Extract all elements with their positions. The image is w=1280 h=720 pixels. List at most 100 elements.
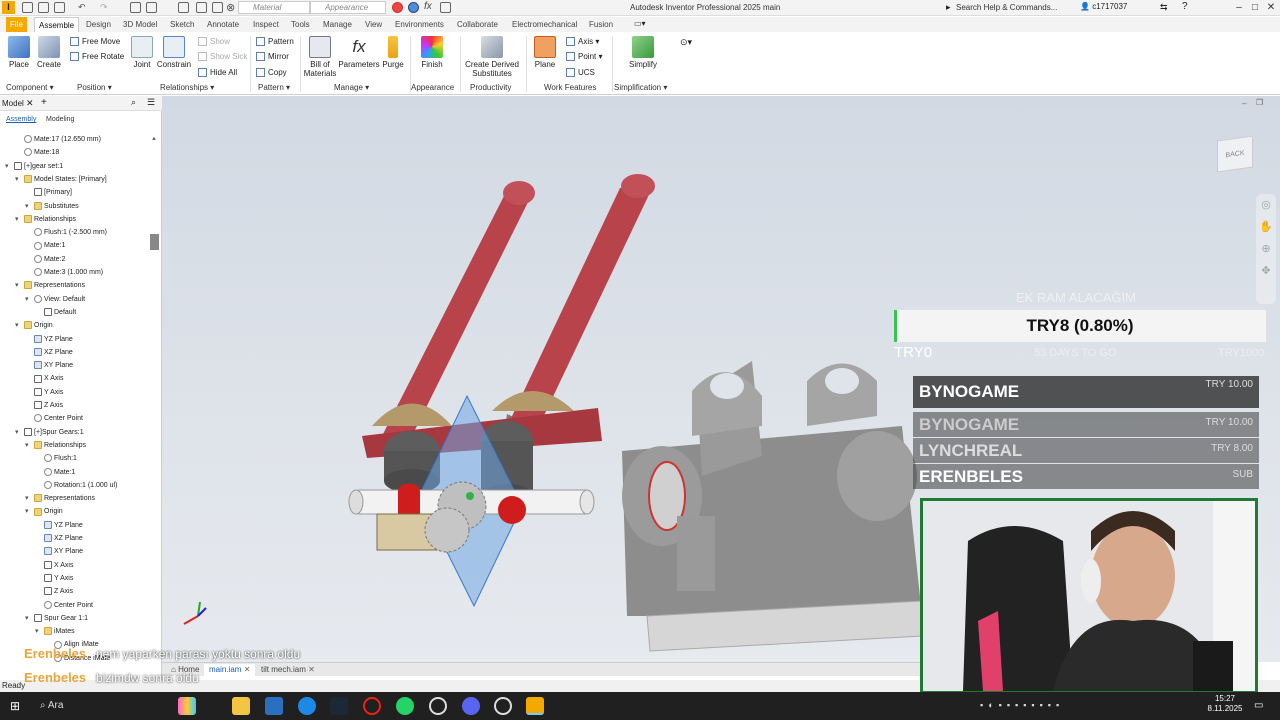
tree-item[interactable]: ▾ iMates (35, 626, 75, 638)
minimize-button[interactable]: – (1232, 1, 1246, 14)
scroll-up-icon[interactable]: ▲ (151, 136, 157, 142)
tree-item[interactable]: Mate:3 (1.000 mm) (34, 267, 103, 279)
tree-item[interactable]: YZ Plane (44, 520, 83, 532)
tab-tilt-mech-iam[interactable]: tilt mech.iam ✕ (256, 664, 320, 676)
group-relationships[interactable]: Relationships ▾ (160, 83, 214, 92)
tree-item[interactable]: Mate:17 (12.650 mm) (24, 134, 101, 146)
tab-environments[interactable]: Environments (391, 17, 448, 32)
section-icon[interactable] (212, 2, 223, 13)
adjust-icon[interactable] (408, 2, 419, 13)
expand-chevron-icon[interactable]: ▾ (25, 613, 29, 625)
taskbar-search[interactable]: ⌕ Ara (40, 700, 63, 711)
hide-all-button[interactable]: Hide All (198, 68, 237, 78)
tree-item[interactable]: YZ Plane (34, 334, 73, 346)
file-explorer-icon[interactable] (232, 697, 250, 715)
help-search-input[interactable]: Search Help & Commands... (956, 1, 1074, 14)
purge-button[interactable]: Purge (380, 36, 406, 69)
tree-item[interactable]: XY Plane (34, 360, 73, 372)
tree-item[interactable]: XZ Plane (34, 347, 73, 359)
inventor-taskbar-icon[interactable] (526, 697, 544, 715)
tilt-base[interactable] (622, 361, 923, 652)
tab-design[interactable]: Design (82, 17, 115, 32)
ucs-button[interactable]: UCS (566, 68, 595, 78)
print-icon[interactable] (146, 2, 157, 13)
save-icon[interactable] (54, 2, 65, 13)
fx-icon[interactable]: fx (424, 1, 432, 12)
expand-chevron-icon[interactable]: ▾ (35, 626, 39, 638)
search-arrow-icon[interactable]: ▸ (946, 2, 951, 13)
viewcube[interactable]: BACK (1213, 130, 1259, 176)
ribbon-more-icon[interactable]: ⊙▾ (680, 37, 692, 48)
pattern-button[interactable]: Pattern (256, 37, 294, 47)
tree-item[interactable]: X Axis (44, 560, 73, 572)
steam-icon[interactable] (330, 697, 348, 715)
tree-item[interactable]: Rotation:1 (1.000 ul) (44, 480, 117, 492)
group-component[interactable]: Component ▾ (6, 83, 54, 92)
help-icon[interactable]: ? (1182, 1, 1188, 12)
ribbon-options-icon[interactable]: ▭▾ (634, 19, 646, 28)
tab-collaborate[interactable]: Collaborate (453, 17, 502, 32)
tab-modeling-mode[interactable]: Modeling (46, 116, 74, 123)
expand-chevron-icon[interactable]: ▾ (5, 161, 9, 173)
discord-icon[interactable] (462, 697, 480, 715)
open-icon[interactable] (38, 2, 49, 13)
tab-electromechanical[interactable]: Electromechanical (508, 17, 581, 32)
viewport-minimize-icon[interactable]: – (1242, 99, 1246, 108)
expand-chevron-icon[interactable]: ▾ (25, 201, 29, 213)
tree-item[interactable]: ▾ Model States: [Primary] (15, 174, 107, 186)
group-position[interactable]: Position ▾ (77, 83, 112, 92)
parameters-button[interactable]: fx Parameters (338, 36, 380, 69)
undo-icon[interactable]: ↶ (78, 2, 86, 13)
browser-menu-icon[interactable]: ☰ (147, 97, 155, 108)
joint-button[interactable]: Joint (128, 36, 156, 69)
edge-icon[interactable] (298, 697, 316, 715)
expand-chevron-icon[interactable]: ▾ (25, 294, 29, 306)
tree-item[interactable]: ▾ Relationships (15, 214, 76, 226)
tree-item[interactable]: Flush:1 (44, 453, 77, 465)
steering-wheel-icon[interactable]: ◎ (1256, 194, 1276, 216)
new-icon[interactable] (22, 2, 33, 13)
tab-sketch[interactable]: Sketch (166, 17, 198, 32)
viewcube-face-back[interactable]: BACK (1217, 135, 1253, 173)
tree-item[interactable]: ▾ View: Default (25, 294, 85, 306)
maximize-button[interactable]: □ (1248, 1, 1262, 14)
appearance-dropdown[interactable]: Appearance (310, 1, 386, 14)
expand-chevron-icon[interactable]: ▾ (25, 493, 29, 505)
tab-main-iam[interactable]: main.iam ✕ (204, 664, 256, 676)
tab-assemble[interactable]: Assemble (34, 17, 80, 32)
expand-chevron-icon[interactable]: ▾ (25, 440, 29, 452)
copy-button[interactable]: Copy (256, 68, 287, 78)
create-button[interactable]: Create (36, 36, 62, 69)
tree-item[interactable]: Mate:18 (24, 147, 59, 159)
widgets-icon[interactable] (178, 697, 196, 715)
tab-annotate[interactable]: Annotate (203, 17, 243, 32)
constrain-button[interactable]: Constrain (156, 36, 192, 69)
group-manage[interactable]: Manage ▾ (334, 83, 369, 92)
show-sick-button[interactable]: Show Sick (198, 52, 247, 62)
tab-3d-model[interactable]: 3D Model (119, 17, 161, 32)
free-rotate-button[interactable]: Free Rotate (70, 52, 124, 62)
point-button[interactable]: Point ▾ (566, 52, 602, 62)
tab-assembly-mode[interactable]: Assembly (6, 116, 36, 123)
finish-button[interactable]: Finish (418, 36, 446, 69)
windows-start-icon[interactable]: ⊞ (10, 699, 20, 713)
tree-item[interactable]: ▾ Representations (15, 280, 85, 292)
tree-item[interactable]: Mate:1 (44, 467, 75, 479)
browser-search-icon[interactable]: ⌕ (131, 97, 136, 108)
obs-icon[interactable] (494, 697, 512, 715)
tree-item[interactable]: XZ Plane (44, 533, 83, 545)
opera-icon[interactable] (363, 697, 381, 715)
expand-chevron-icon[interactable]: ▾ (15, 174, 19, 186)
simplify-button[interactable]: Simplify (626, 36, 660, 69)
tab-close-icon[interactable]: ✕ (244, 665, 251, 674)
zoom-icon[interactable]: ⊕ (1256, 238, 1276, 260)
whatsapp-icon[interactable] (396, 697, 414, 715)
app-icon[interactable] (265, 697, 283, 715)
tree-item[interactable]: Z Axis (44, 586, 73, 598)
tree-item[interactable]: ▾ [+]gear set:1 (5, 161, 63, 173)
cancel-icon[interactable]: ⊗ (226, 1, 235, 14)
tree-item[interactable]: Center Point (34, 413, 83, 425)
tree-item[interactable]: ▾ Spur Gear 1:1 (25, 613, 88, 625)
plane-button[interactable]: Plane (532, 36, 558, 69)
redo-icon[interactable]: ↷ (100, 2, 108, 13)
